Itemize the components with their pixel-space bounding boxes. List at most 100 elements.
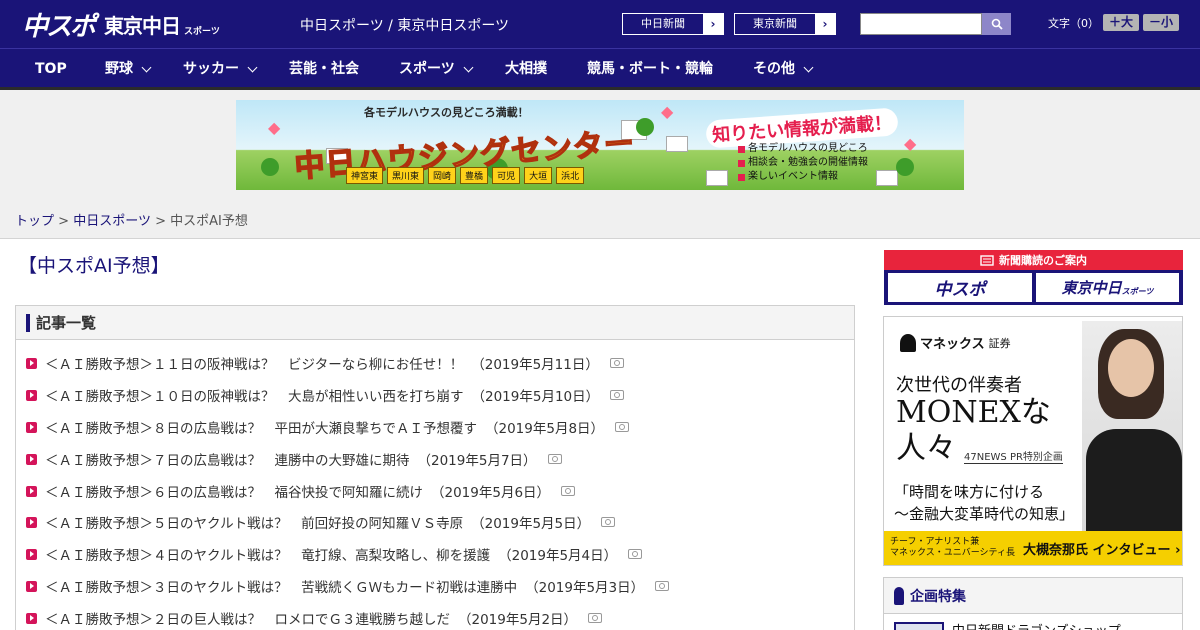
ad-footer-interview-link: 大槻奈那氏 インタビュー › <box>1023 542 1181 558</box>
tokyo-shimbun-label: 東京新聞 <box>753 17 797 30</box>
tree-illustration <box>261 158 279 176</box>
chevron-down-icon <box>247 62 258 72</box>
banner-feature-list: 各モデルハウスの見どころ 相談会・勉強会の開催情報 楽しいイベント情報 <box>738 142 868 184</box>
nav-label: 芸能・社会 <box>289 61 359 77</box>
heading-bar <box>26 313 30 332</box>
list-item[interactable]: ＜ＡＩ勝敗予想＞１０日の阪神戦は？ 大島が相性いい西を打ち崩す （2019年5月1… <box>26 384 625 406</box>
font-size-label: 文字（0） <box>1048 16 1099 30</box>
article-date: （2019年5月10日） <box>471 389 600 405</box>
camera-icon <box>655 581 670 591</box>
article-title: ＜ＡＩ勝敗予想＞５日のヤクルト戦は？ 前回好投の阿知羅ＶＳ寺原 <box>45 516 464 532</box>
list-item[interactable]: ＜ＡＩ勝敗予想＞４日のヤクルト戦は？ 竜打線、高梨攻略し、柳を援護 （2019年5… <box>26 543 643 565</box>
monex-brand-suffix: 証券 <box>988 336 1011 350</box>
tokyo-shimbun-button[interactable]: 東京新聞 › <box>734 13 836 35</box>
housing-center-banner[interactable]: ◆ ◆ ◆ 各モデルハウスの見どころ満載！ 中日ハウジングセンター 知りたい情報… <box>236 100 964 190</box>
ad-headline: 次世代の伴奏者 <box>896 375 1022 396</box>
camera-icon <box>561 486 576 496</box>
tokyo-chunichi-subscribe-button[interactable]: 東京中日 スポーツ <box>1036 273 1179 302</box>
article-title: ＜ＡＩ勝敗予想＞４日のヤクルト戦は？ 竜打線、高梨攻略し、柳を援護 <box>45 548 491 564</box>
play-bullet-icon <box>26 580 37 592</box>
font-bigger-button[interactable]: ＋大 <box>1103 14 1140 31</box>
logo-main: 中スポ <box>22 11 96 42</box>
logo-sub: 東京中日 <box>104 13 181 38</box>
search-input[interactable] <box>860 13 982 35</box>
chunichi-shimbun-button[interactable]: 中日新聞 › <box>622 13 724 35</box>
newspaper-icon <box>980 254 994 266</box>
bird-icon: ◆ <box>268 118 281 137</box>
person-photo <box>1082 321 1182 539</box>
feature-thumbnail <box>894 622 944 630</box>
font-size-control: 文字（0） ＋大 －小 <box>1048 14 1180 31</box>
nav-label: 大相撲 <box>505 61 547 77</box>
chuspo-subscribe-button[interactable]: 中スポ <box>888 273 1032 302</box>
medal-icon <box>894 587 904 605</box>
subscription-header: 新聞購読のご案内 <box>884 250 1183 270</box>
article-date: （2019年5月7日） <box>417 453 537 469</box>
nav-item-baseball[interactable]: 野球 <box>105 49 152 89</box>
breadcrumb-separator: > <box>58 214 70 229</box>
banner-feature: 各モデルハウスの見どころ <box>738 142 868 156</box>
banner-city: 豊橋 <box>460 167 489 184</box>
ad-footer: チーフ・アナリスト兼 マネックス・ユニバーシティ長 大槻奈那氏 インタビュー › <box>884 531 1182 565</box>
font-smaller-button[interactable]: －小 <box>1143 14 1180 31</box>
list-item[interactable]: ＜ＡＩ勝敗予想＞５日のヤクルト戦は？ 前回好投の阿知羅ＶＳ寺原 （2019年5月5… <box>26 511 616 533</box>
site-logo[interactable]: 中スポ 東京中日 スポーツ <box>22 8 220 42</box>
article-date: （2019年5月2日） <box>458 612 578 628</box>
nav-item-sumo[interactable]: 大相撲 <box>505 49 547 89</box>
monex-brand: マネックス 証券 <box>900 333 1011 352</box>
list-item[interactable]: ＜ＡＩ勝敗予想＞７日の広島戦は？ 連勝中の大野雄に期待 （2019年5月7日） <box>26 448 562 470</box>
breadcrumb-link-top[interactable]: トップ <box>15 214 54 229</box>
chevron-down-icon <box>463 62 474 72</box>
banner-city-list: 神宮東 黒川東 岡崎 豊橋 可児 大垣 浜北 <box>346 167 585 184</box>
article-date: （2019年5月3日） <box>525 580 645 596</box>
camera-icon <box>609 358 624 368</box>
nav-item-other[interactable]: その他 <box>753 49 814 89</box>
nav-label: 競馬・ボート・競輪 <box>587 61 713 77</box>
heart-icon <box>738 173 745 181</box>
ad-quote: 「時間を味方に付ける 〜金融大変革時代の知恵」 <box>894 481 1074 525</box>
article-title: ＜ＡＩ勝敗予想＞６日の広島戦は？ 福谷快投で阿知羅に続け <box>45 485 423 501</box>
person-face <box>1108 339 1154 397</box>
article-title: ＜ＡＩ勝敗予想＞３日のヤクルト戦は？ 苦戦続くＧＷもカード初戦は連勝中 <box>45 580 518 596</box>
ad-footer-title: チーフ・アナリスト兼 マネックス・ユニバーシティ長 <box>890 537 1016 558</box>
nav-item-soccer[interactable]: サッカー <box>183 49 258 89</box>
search-bar <box>860 13 1011 35</box>
feature-header: 企画特集 <box>894 586 966 606</box>
feature-box: 企画特集 中日新聞ドラゴンズショップ <box>883 577 1183 630</box>
nav-item-top[interactable]: TOP <box>35 49 67 89</box>
banner-city: 浜北 <box>556 167 585 184</box>
play-bullet-icon <box>26 485 37 497</box>
article-title: ＜ＡＩ勝敗予想＞１０日の阪神戦は？ 大島が相性いい西を打ち崩す <box>45 389 464 405</box>
bird-icon: ◆ <box>904 134 917 153</box>
nav-item-entertainment[interactable]: 芸能・社会 <box>289 49 359 89</box>
camera-icon <box>615 422 630 432</box>
search-button[interactable] <box>982 13 1011 35</box>
tree-illustration <box>896 158 914 176</box>
tokyo-chunichi-logo-text: 東京中日 <box>1061 279 1122 297</box>
bird-icon: ◆ <box>661 102 674 121</box>
banner-feature: 相談会・勉強会の開催情報 <box>738 156 868 170</box>
list-item[interactable]: ＜ＡＩ勝敗予想＞２日の巨人戦は？ ロメロでＧ３連戦勝ち越しだ （2019年5月2日… <box>26 607 603 629</box>
nav-label: スポーツ <box>399 61 455 77</box>
feature-item[interactable]: 中日新聞ドラゴンズショップ <box>884 613 1182 630</box>
list-item[interactable]: ＜ＡＩ勝敗予想＞３日のヤクルト戦は？ 苦戦続くＧＷもカード初戦は連勝中 （2019… <box>26 575 670 597</box>
house-illustration <box>706 170 728 186</box>
breadcrumb-link-chunichi-sports[interactable]: 中日スポーツ <box>73 214 151 229</box>
nav-item-racing[interactable]: 競馬・ボート・競輪 <box>587 49 713 89</box>
list-item[interactable]: ＜ＡＩ勝敗予想＞６日の広島戦は？ 福谷快投で阿知羅に続け （2019年5月6日） <box>26 480 576 502</box>
camera-icon <box>628 549 643 559</box>
nav-item-sports[interactable]: スポーツ <box>399 49 474 89</box>
banner-city: 神宮東 <box>346 167 384 184</box>
list-item[interactable]: ＜ＡＩ勝敗予想＞８日の広島戦は？ 平田が大瀬良撃ちでＡＩ予想覆す （2019年5月… <box>26 416 630 438</box>
chunichi-shimbun-label: 中日新聞 <box>641 17 685 30</box>
list-item[interactable]: ＜ＡＩ勝敗予想＞１１日の阪神戦は？ ビジターなら柳にお任せ！！ （2019年5月1… <box>26 352 624 374</box>
banner-city: 岡崎 <box>428 167 457 184</box>
book-icon <box>738 159 745 167</box>
article-list-header: 記事一覧 <box>16 306 854 340</box>
article-date: （2019年5月5日） <box>471 516 591 532</box>
feature-heading: 企画特集 <box>910 589 966 605</box>
chevron-down-icon <box>141 62 152 72</box>
tree-illustration <box>636 118 654 136</box>
article-list-heading: 記事一覧 <box>36 314 97 332</box>
monex-ad[interactable]: マネックス 証券 次世代の伴奏者 MONEXな 人々 47NEWS PR特別企画… <box>883 316 1183 566</box>
